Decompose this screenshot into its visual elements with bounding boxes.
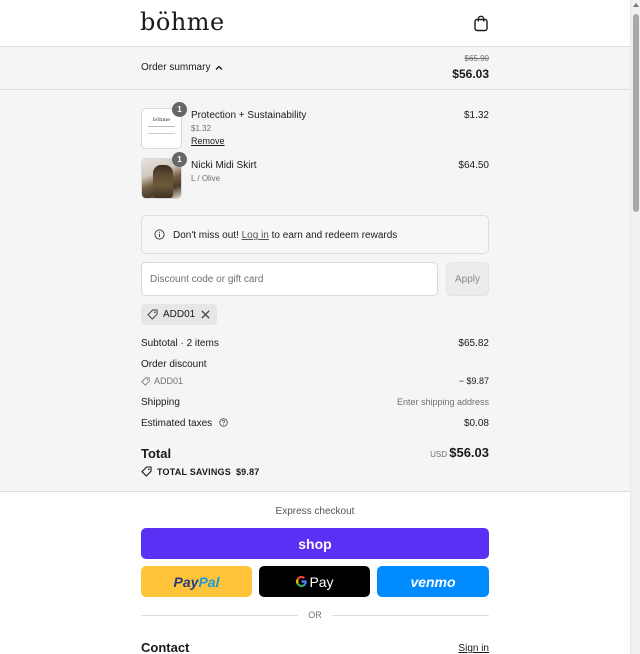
tag-icon [141, 376, 150, 386]
order-summary-toggle[interactable]: Order summary [141, 62, 223, 73]
scroll-thumb[interactable] [633, 14, 639, 212]
venmo-button[interactable]: venmo [377, 566, 489, 597]
login-link[interactable]: Log in [242, 230, 269, 241]
quantity-badge: 1 [172, 102, 187, 117]
chevron-up-icon [215, 65, 223, 70]
order-summary-label: Order summary [141, 62, 211, 73]
paypal-button[interactable]: PayPal [141, 566, 252, 597]
quantity-badge: 1 [172, 152, 187, 167]
sign-in-link[interactable]: Sign in [458, 643, 489, 654]
shipping-value: Enter shipping address [396, 397, 489, 407]
model-figure [153, 165, 173, 198]
apply-button[interactable]: Apply [446, 262, 489, 296]
order-discount-row: Order discount [141, 359, 489, 373]
rewards-text: Don't miss out! Log in to earn and redee… [173, 230, 397, 241]
taxes-label: Estimated taxes [141, 418, 213, 429]
help-icon[interactable] [219, 418, 228, 427]
shop-pay-button[interactable]: shop [141, 528, 489, 559]
item-variant: L / Olive [191, 174, 221, 183]
contact-heading: Contact [141, 640, 190, 654]
taxes-label-wrap: Estimated taxes [141, 418, 228, 429]
item-price: $1.32 [463, 110, 489, 121]
savings-label: TOTAL SAVINGS [157, 466, 231, 477]
shipping-row: Shipping Enter shipping address [141, 397, 489, 411]
item-name: Protection + Sustainability [191, 110, 307, 121]
thumb-logo: böhme [152, 117, 171, 123]
remove-link[interactable]: Remove [191, 136, 225, 146]
line-item: böhme 1 Protection + Sustainability $1.3… [141, 102, 489, 150]
subtotal-row: Subtotal · 2 items $65.82 [141, 338, 489, 352]
shipping-label: Shipping [141, 397, 180, 408]
taxes-row: Estimated taxes $0.08 [141, 418, 489, 432]
line-item: 1 Nicki Midi Skirt L / Olive $64.50 [141, 152, 489, 200]
summary-total: $56.03 [452, 67, 489, 81]
item-name: Nicki Midi Skirt [191, 160, 257, 171]
subtotal-value: $65.82 [458, 338, 489, 349]
applied-discount-tag: ADD01 [141, 304, 218, 325]
applied-code: ADD01 [163, 309, 196, 320]
tag-icon [147, 309, 158, 320]
divider-line [332, 615, 489, 616]
express-checkout-label: Express checkout [275, 506, 355, 517]
discount-code: ADD01 [154, 376, 184, 386]
savings-value: $9.87 [235, 466, 260, 477]
google-pay-button[interactable]: Pay [259, 566, 370, 597]
original-price: $65.90 [464, 54, 489, 63]
brand-logo[interactable]: böhme [140, 8, 225, 36]
close-icon[interactable] [200, 309, 211, 320]
rewards-suffix: to earn and redeem rewards [271, 230, 398, 241]
item-price: $64.50 [458, 160, 489, 171]
shopping-bag-icon[interactable] [472, 14, 490, 32]
currency-code: USD [430, 450, 447, 459]
paypal-wordmark-part2: Pal [198, 573, 220, 590]
page-scrollbar[interactable] [630, 0, 640, 654]
google-pay-label: Pay [309, 573, 334, 590]
paypal-wordmark-part1: Pay [173, 573, 199, 590]
taxes-value: $0.08 [463, 418, 489, 429]
header: böhme [0, 0, 630, 47]
total-label: Total [141, 446, 172, 461]
thumb-lines [148, 126, 175, 134]
item-subtext: $1.32 [191, 124, 212, 133]
discount-code-row: ADD01 − $9.87 [141, 376, 489, 390]
scroll-up-arrow-icon[interactable] [633, 3, 639, 7]
or-divider: OR [141, 609, 489, 621]
total-row: Total USD $56.03 [141, 444, 489, 464]
discount-value: − $9.87 [458, 376, 489, 386]
rewards-prefix: Don't miss out! [173, 230, 239, 241]
total-savings: TOTAL SAVINGS $9.87 [141, 466, 259, 477]
rewards-banner: Don't miss out! Log in to earn and redee… [141, 215, 489, 254]
subtotal-label: Subtotal · 2 items [141, 338, 219, 349]
order-discount-label: Order discount [141, 359, 207, 370]
order-summary-bar: Order summary $65.90 $56.03 [0, 47, 630, 90]
google-g-icon [296, 575, 308, 588]
tag-icon [141, 466, 152, 477]
discount-code-input[interactable] [141, 262, 438, 296]
discount-code-label: ADD01 [141, 376, 183, 386]
total-value: $56.03 [449, 445, 489, 460]
info-icon [154, 229, 165, 240]
